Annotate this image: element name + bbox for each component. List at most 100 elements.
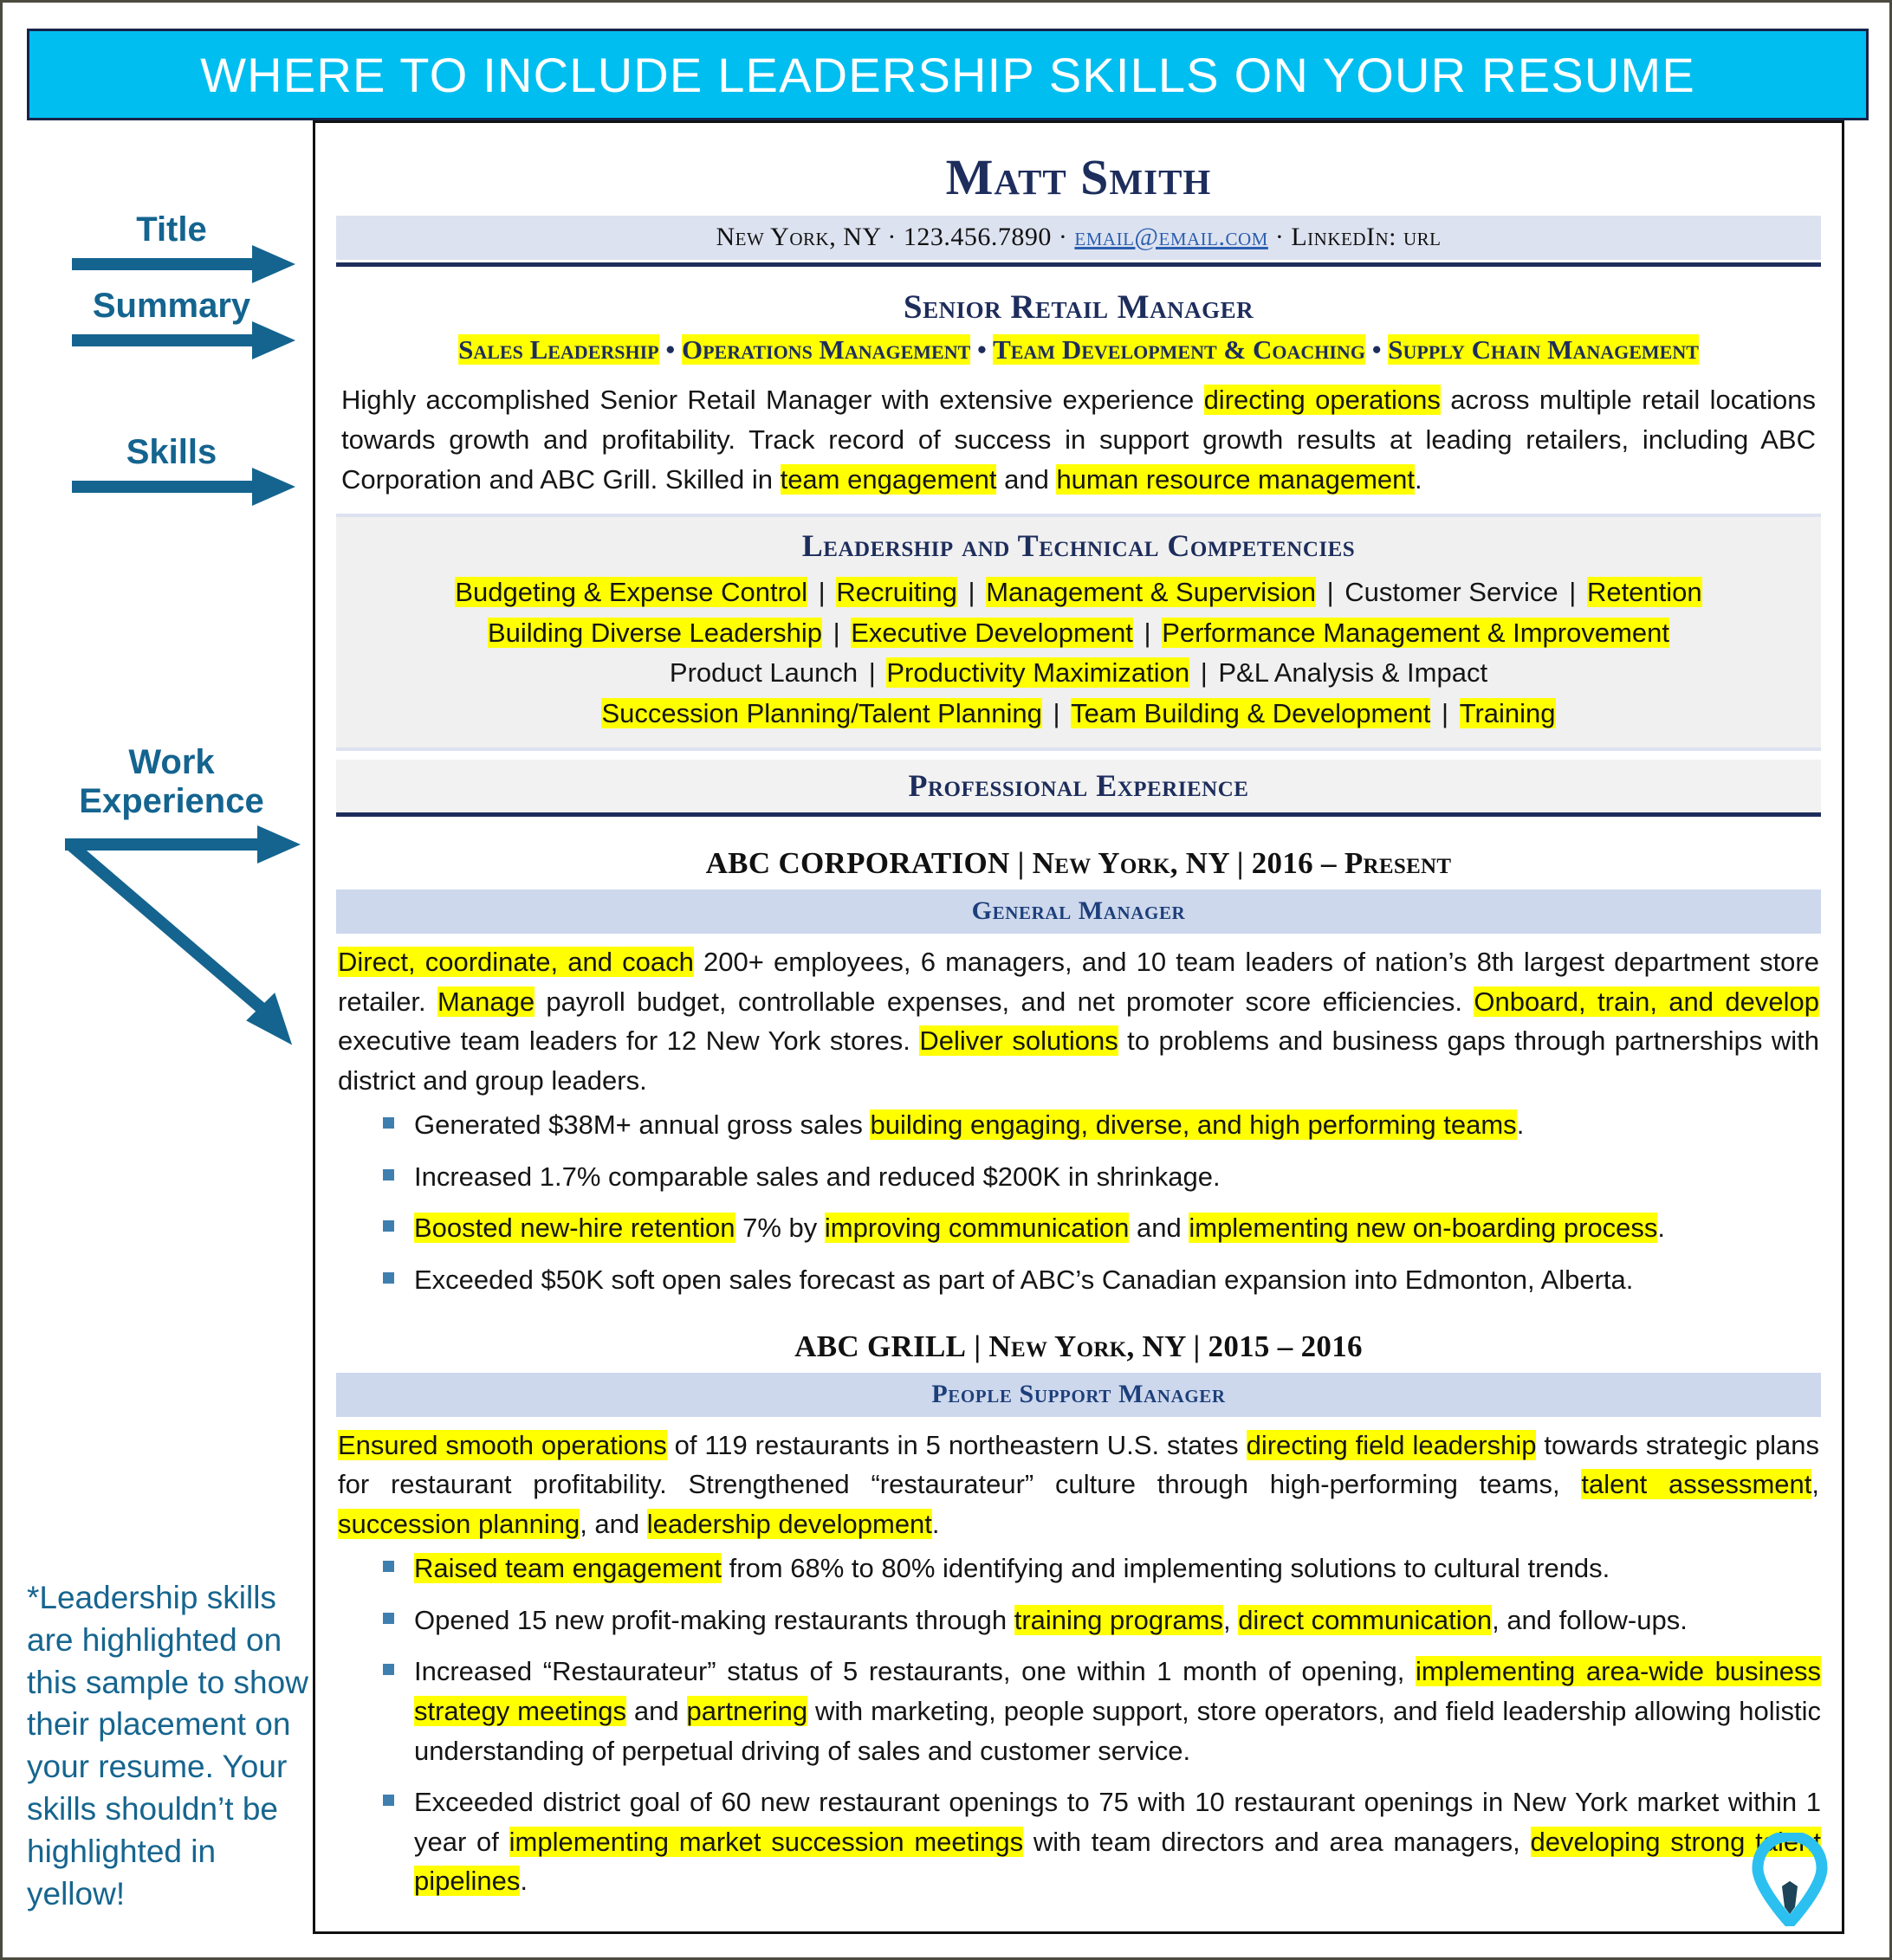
contact-sep-2: ·	[1051, 222, 1075, 251]
text-segment-2: Manage	[437, 986, 535, 1017]
achievement-list: Raised team engagement from 68% to 80% i…	[336, 1549, 1821, 1901]
annotation-label-skills: Skills	[126, 433, 217, 471]
skills-section: Leadership and Technical Competencies Bu…	[336, 514, 1821, 752]
skill-item: Performance Management & Improvement	[1162, 617, 1670, 648]
achievement-item: Exceeded $50K soft open sales forecast a…	[383, 1260, 1821, 1300]
skill-item: Retention	[1586, 577, 1702, 608]
highlighted-phrase: improving communication	[824, 1213, 1130, 1244]
highlighted-phrase: training programs	[1014, 1604, 1223, 1635]
highlighted-phrase: building engaging, diverse, and high per…	[870, 1109, 1517, 1141]
infographic-page: WHERE TO INCLUDE LEADERSHIP SKILLS ON YO…	[0, 0, 1892, 1960]
text-segment-0: Opened 15 new profit-making restaurants …	[414, 1604, 1014, 1635]
employer-meta: | New York, NY | 2016 – Present	[1009, 846, 1452, 881]
text-segment-1: directing operations	[1203, 385, 1441, 416]
keyword-separator: •	[1364, 333, 1389, 365]
highlighted-phrase: direct communication	[1238, 1604, 1493, 1635]
contact-email-link[interactable]: email@email.com	[1074, 223, 1267, 251]
skill-item: Succession Planning/Talent Planning	[601, 697, 1042, 728]
achievement-item: Exceeded district goal of 60 new restaur…	[383, 1782, 1821, 1901]
keyword-3: Supply Chain Management	[1388, 333, 1699, 365]
annotation-label-summary: Summary	[92, 287, 251, 325]
text-segment-3: direct communication	[1238, 1604, 1493, 1635]
text-segment-8: leadership development	[646, 1508, 932, 1539]
text-segment-6: succession planning	[338, 1508, 580, 1539]
text-segment-0: Increased “Restaurateur” status of 5 res…	[414, 1656, 1416, 1687]
page-banner: WHERE TO INCLUDE LEADERSHIP SKILLS ON YO…	[27, 29, 1869, 120]
text-segment-0: Raised team engagement	[414, 1553, 722, 1584]
text-segment-3: and	[1129, 1213, 1189, 1244]
text-segment-2: directing field leadership	[1246, 1429, 1537, 1460]
skill-divider: |	[861, 657, 884, 689]
text-segment-4: .	[520, 1866, 528, 1897]
contact-linkedin: LinkedIn: url	[1291, 222, 1442, 251]
resume-summary: Highly accomplished Senior Retail Manage…	[341, 380, 1816, 500]
contact-sep-3: ·	[1267, 222, 1292, 251]
role-paragraph: Direct, coordinate, and coach 200+ emplo…	[338, 942, 1819, 1100]
text-segment-5: .	[1657, 1213, 1666, 1244]
text-segment-1: implementing market succession meetings	[509, 1826, 1024, 1857]
experience-heading-rule	[336, 812, 1821, 818]
skill-divider: |	[1193, 657, 1215, 689]
highlighted-phrase: Onboard, train, and develop	[1474, 986, 1819, 1017]
text-segment-3: payroll budget, controllable expenses, a…	[535, 986, 1474, 1017]
employer-meta: | New York, NY | 2015 – 2016	[966, 1329, 1363, 1363]
text-segment-1: 7% by	[735, 1213, 825, 1244]
text-segment-0: Highly accomplished Senior Retail Manage…	[341, 385, 1204, 416]
text-segment-5: human resource management	[1056, 464, 1416, 495]
resume-name: Matt Smith	[945, 149, 1212, 205]
highlighted-phrase: human resource management	[1056, 464, 1416, 495]
highlighted-phrase: talent assessment	[1581, 1469, 1812, 1500]
skill-item: Productivity Maximization	[886, 657, 1190, 689]
text-segment-4: talent assessment	[1581, 1469, 1812, 1500]
skills-row: Budgeting & Expense Control | Recruiting…	[345, 572, 1812, 613]
employer-name: ABC CORPORATION	[705, 846, 1010, 881]
text-segment-2: ,	[1222, 1604, 1239, 1635]
experience-list: ABC CORPORATION | New York, NY | 2016 – …	[336, 846, 1821, 1901]
employer-line: ABC GRILL | New York, NY | 2015 – 2016	[336, 1329, 1821, 1364]
text-segment-3: team engagement	[780, 464, 997, 495]
resume-target-title: Senior Retail Manager	[903, 288, 1254, 326]
text-segment-7: , and	[580, 1508, 647, 1539]
highlighted-phrase: leadership development	[646, 1508, 932, 1539]
skills-row: Building Diverse Leadership | Executive …	[345, 613, 1812, 654]
highlighted-phrase: Deliver solutions	[919, 1025, 1118, 1057]
text-segment-3: partnering	[686, 1695, 808, 1726]
map-pin-tie-logo-icon	[1752, 1833, 1828, 1926]
resume-document: Matt Smith New York, NY · 123.456.7890 ·…	[313, 120, 1844, 1934]
highlighted-phrase: team engagement	[780, 464, 997, 495]
skill-item: Budgeting & Expense Control	[455, 577, 808, 608]
text-segment-4: and	[996, 464, 1057, 495]
skills-row: Product Launch | Productivity Maximizati…	[345, 653, 1812, 694]
text-segment-4: , and follow-ups.	[1492, 1604, 1688, 1635]
highlighted-phrase: partnering	[686, 1695, 808, 1726]
highlighted-phrase: directing operations	[1203, 385, 1441, 416]
text-segment-0: Generated $38M+ annual gross sales	[414, 1109, 871, 1141]
achievement-item: Opened 15 new profit-making restaurants …	[383, 1601, 1821, 1640]
arrow-title	[72, 245, 295, 283]
achievement-item: Boosted new-hire retention 7% by improvi…	[383, 1208, 1821, 1248]
skill-item: Building Diverse Leadership	[487, 617, 822, 648]
skills-row: Succession Planning/Talent Planning | Te…	[345, 694, 1812, 734]
text-segment-5: executive team leaders for 12 New York s…	[338, 1025, 920, 1057]
skill-divider: |	[960, 577, 983, 608]
text-segment-1: from 68% to 80% identifying and implemen…	[722, 1553, 1610, 1584]
banner-title: WHERE TO INCLUDE LEADERSHIP SKILLS ON YO…	[200, 47, 1695, 102]
skills-rows: Budgeting & Expense Control | Recruiting…	[345, 572, 1812, 734]
employer-name: ABC GRILL	[794, 1329, 967, 1363]
contact-location: New York, NY	[716, 222, 881, 251]
keyword-1: Operations Management	[681, 333, 971, 365]
role-title-bar: General Manager	[336, 889, 1821, 935]
text-segment-6: .	[1415, 464, 1422, 495]
text-segment-1: of 119 restaurants in 5 northeastern U.S…	[666, 1429, 1247, 1460]
text-segment-6: Deliver solutions	[919, 1025, 1118, 1057]
highlighted-phrase: Ensured smooth operations	[338, 1429, 667, 1460]
highlighted-phrase: succession planning	[338, 1508, 580, 1539]
arrow-skills	[72, 468, 295, 506]
arrow-work-horizontal	[65, 825, 301, 864]
resume-keyword-line: Sales Leadership • Operations Management…	[336, 333, 1821, 367]
skill-divider: |	[1136, 617, 1159, 648]
highlighted-phrase: implementing new on-boarding process	[1189, 1213, 1658, 1244]
keyword-0: Sales Leadership	[458, 333, 659, 365]
skill-divider: |	[825, 617, 848, 648]
text-segment-0: Ensured smooth operations	[338, 1429, 667, 1460]
